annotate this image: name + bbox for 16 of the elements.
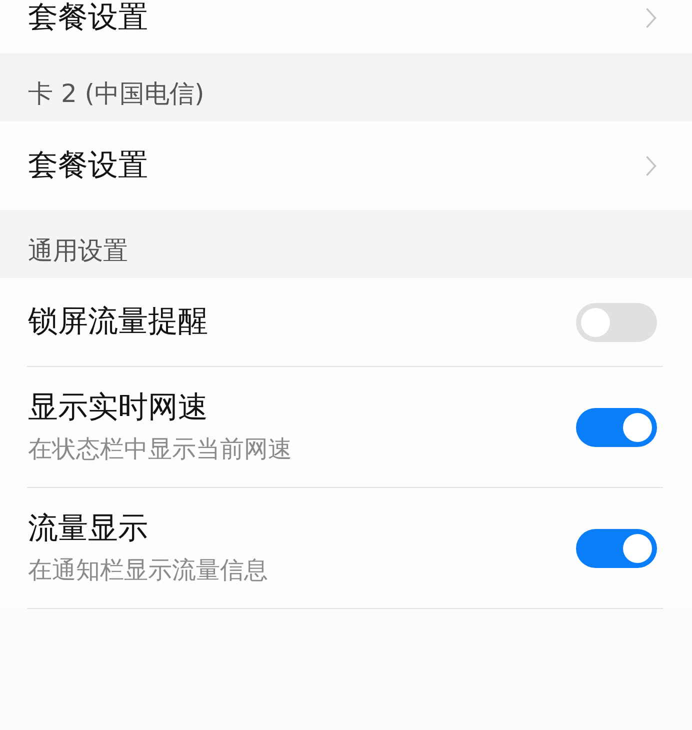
settings-row[interactable]: 套餐设置: [0, 0, 692, 53]
toggle-switch[interactable]: [576, 408, 657, 446]
row-title: 显示实时网速: [28, 390, 209, 426]
settings-row[interactable]: 套餐设置: [0, 121, 692, 210]
row-subtitle: 在状态栏中显示当前网速: [28, 434, 292, 464]
row-title: 锁屏流量提醒: [28, 304, 208, 340]
section-header: 通用设置: [0, 210, 692, 278]
section-header: 卡 2 (中国电信): [0, 53, 692, 121]
toggle-switch[interactable]: [576, 528, 657, 568]
toggle-switch[interactable]: [576, 302, 657, 342]
row-title: 流量显示: [28, 511, 149, 547]
row-title: 套餐设置: [28, 148, 148, 184]
row-title: 套餐设置: [28, 0, 148, 36]
chevron-right-icon: [645, 154, 657, 178]
chevron-right-icon: [645, 6, 657, 30]
row-subtitle: 在通知栏显示流量信息: [28, 555, 268, 585]
